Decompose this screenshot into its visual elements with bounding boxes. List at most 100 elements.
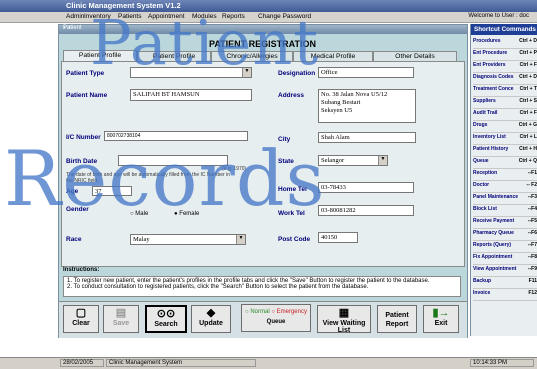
shortcut-item[interactable]: Suppliers Ctrl + S [473,98,537,109]
status-bar: 28/02/2005 Clinic Management System 10:1… [0,357,537,369]
chevron-down-icon[interactable]: ▼ [378,156,387,165]
queue-normal-radio[interactable]: ○ Normal [245,309,270,315]
queue-emergency-radio[interactable]: ○ Emergency [271,309,307,315]
gender-female-radio[interactable]: ● Female [174,211,199,217]
menu-reports[interactable]: Reports [222,13,245,20]
shortcut-name: Reports (Query) [473,242,512,248]
shortcut-key: Ctrl + D [519,38,537,44]
shortcut-name: Patient History [473,146,509,152]
address-line-3: Seksyen U5 [321,107,353,114]
app-title: Clinic Management System V1.2 [66,1,181,10]
shortcut-item[interactable]: Invoice F12 [473,290,537,301]
shortcut-key: Ctrl + D [519,74,537,80]
shortcut-name: Doctor [473,182,490,188]
menu-appointment[interactable]: Appointment [148,13,185,20]
title-bar: Clinic Management System V1.2 [0,0,537,12]
search-button[interactable]: ⊙⊙ Search [145,305,187,333]
shortcut-item[interactable]: Reports (Query) --F7 [473,242,537,253]
city-field[interactable]: Shah Alam [318,132,416,143]
state-label: State [278,158,294,165]
shortcut-item[interactable]: Doctor -- F2 [473,182,537,193]
shortcut-key: --F9 [527,266,537,272]
menu-change-password[interactable]: Change Password [258,13,311,20]
home-tel-field[interactable]: 03-78433 [318,182,414,193]
shortcut-name: Receive Payment [473,218,515,224]
state-select[interactable]: Selangor ▼ [318,155,388,166]
shortcut-item[interactable]: Patient History Ctrl + H [473,146,537,157]
instructions-box: 1. To register new patient, enter the pa… [63,276,461,297]
clear-icon: ▢ [75,307,87,319]
queue-group: ○ Normal ○ Emergency Queue [241,304,311,332]
designation-field[interactable]: Office [318,67,414,78]
shortcut-panel: Shortcut Commands Procedures Ctrl + D Ent … [470,24,537,336]
exit-door-icon: ▮→ [432,307,450,319]
post-code-field[interactable]: 40150 [318,232,358,243]
race-select[interactable]: Malay ▼ [130,234,246,245]
chevron-down-icon[interactable]: ▼ [236,235,245,244]
shortcut-item[interactable]: Diagnosis Codes Ctrl + D [473,74,537,85]
shortcut-item[interactable]: Receive Payment --F5 [473,218,537,229]
shortcut-key: Ctrl + Q [518,158,537,164]
shortcut-name: Backup [473,278,492,284]
patient-window-titlebar: Patient ◐ ◐ [59,25,467,34]
birth-date-label: Birth Date [66,158,98,165]
birth-date-field[interactable] [118,155,228,166]
shortcut-key: Ctrl + F [519,62,537,68]
shortcut-item[interactable]: Ent Procedure Ctrl + P [473,50,537,61]
shortcut-item[interactable]: Block List --F4 [473,206,537,217]
age-field[interactable]: 37 [92,186,132,196]
shortcut-item[interactable]: View Appointment --F9 [473,266,537,277]
patient-report-button[interactable]: Patient Report [377,305,417,333]
window-controls-icon[interactable]: ◐ ◐ [63,25,464,31]
queue-label: Queue [266,319,286,325]
shortcut-name: Fix Appointment [473,254,513,260]
patient-name-field[interactable]: SALIFAH BT HAMSUN [130,89,252,101]
shortcut-panel-title: Shortcut Commands [471,24,537,35]
post-code-label: Post Code [278,236,311,243]
shortcut-name: Suppliers [473,98,496,104]
menu-patients[interactable]: Patients [118,13,142,20]
clear-button[interactable]: ▢ Clear [63,305,99,333]
shortcut-key: --F5 [527,218,537,224]
age-label: Age [66,188,79,195]
shortcut-name: Inventory List [473,134,506,140]
shortcut-item[interactable]: Inventory List Ctrl + L [473,134,537,145]
shortcut-item[interactable]: Reception --F1 [473,170,537,181]
patient-type-label: Patient Type [66,70,105,77]
shortcut-item[interactable]: Audit Trail Ctrl + F [473,110,537,121]
menu-inventory[interactable]: Inventory [84,13,111,20]
waiting-list-icon: ▦ [338,307,350,319]
shortcut-item[interactable]: Panel Maintenance --F3 [473,194,537,205]
shortcut-name: Treatment Conce [473,86,514,92]
shortcut-item[interactable]: Backup F11 [473,278,537,289]
shortcut-key: Ctrl + G [518,122,537,128]
shortcut-item[interactable]: Queue Ctrl + Q [473,158,537,169]
shortcut-item[interactable]: Pharmacy Queue --F6 [473,230,537,241]
view-waiting-list-button[interactable]: ▦ View Waiting List [317,305,371,334]
menu-modules[interactable]: Modules [192,13,217,20]
shortcut-item[interactable]: Treatment Conce Ctrl + T [473,86,537,97]
gender-male-radio[interactable]: ○ Male [130,211,148,217]
update-button[interactable]: ◆ Update [191,305,231,333]
gender-label: Gender [66,206,89,213]
shortcut-item[interactable]: Procedures Ctrl + D [473,38,537,49]
save-icon: ▤ [115,307,127,319]
work-tel-field[interactable]: 03-80081282 [318,205,414,216]
shortcut-item[interactable]: Fix Appointment --F8 [473,254,537,265]
status-time: 10:14:33 PM [470,359,534,367]
exit-button[interactable]: ▮→ Exit [423,305,459,333]
address-field[interactable]: No. 38 Jalan Nova U5/12 Subang Bestari S… [318,89,416,123]
shortcut-name: Diagnosis Codes [473,74,514,80]
shortcut-key: --F1 [527,170,537,176]
ic-number-field[interactable]: 800702738104 [104,131,248,141]
shortcut-item[interactable]: Ent Providers Ctrl + F [473,62,537,73]
form-heading: PATIENT REGISTRATION [209,39,316,49]
patient-type-select[interactable]: ▼ [130,67,252,78]
chevron-down-icon[interactable]: ▼ [242,68,251,77]
save-button[interactable]: ▤ Save [103,305,139,333]
address-line-2: Subang Bestari [321,99,361,106]
shortcut-key: --F4 [527,206,537,212]
menu-admin[interactable]: Admin [66,13,84,20]
shortcut-name: Panel Maintenance [473,194,519,200]
shortcut-item[interactable]: Drugs Ctrl + G [473,122,537,133]
